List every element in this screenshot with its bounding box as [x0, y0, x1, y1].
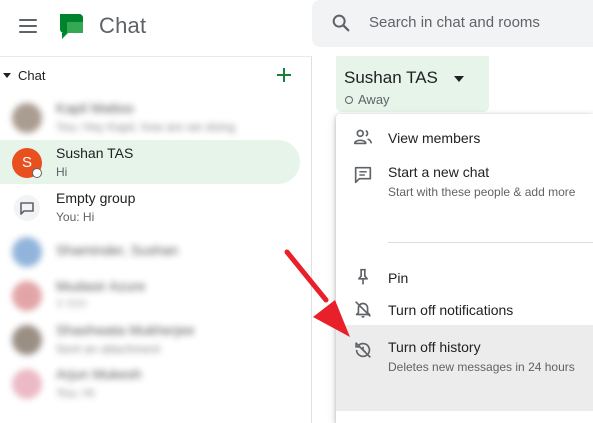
app-title: Chat — [99, 13, 147, 38]
menu-item-view-members[interactable]: View members — [336, 114, 593, 158]
chat-app: Chat Search in chat and rooms Chat Kapil… — [0, 0, 593, 423]
menu-item-start-new-chat[interactable]: Start a new chat Start with these people… — [336, 158, 593, 228]
notifications-off-icon — [355, 301, 371, 318]
chat-bubble-icon — [354, 166, 372, 184]
history-off-icon — [355, 342, 371, 358]
avatar — [12, 369, 42, 399]
conversation-item[interactable]: Kapil Mattoo You: Hey Kapil, how are we … — [0, 95, 300, 139]
chat-section-label: Chat — [18, 68, 46, 83]
menu-item-pin[interactable]: Pin — [336, 260, 593, 294]
group-chat-icon — [14, 195, 40, 221]
menu-item-turn-off-history[interactable]: Turn off history Deletes new messages in… — [336, 325, 593, 411]
menu-item-label: Pin — [388, 270, 409, 286]
menu-item-label: View members — [388, 130, 481, 146]
conversation-name: Empty group — [56, 190, 136, 206]
avatar — [12, 103, 42, 133]
conversation-item-empty-group[interactable]: Empty group You: Hi — [0, 185, 300, 229]
search-icon — [332, 14, 350, 32]
menu-item-description: Start with these people & add more — [388, 185, 576, 199]
conversation-name: Shaminder, Sushan — [56, 242, 179, 258]
chat-logo-icon — [60, 14, 83, 39]
conversation-preview: You: Hi — [56, 386, 95, 400]
conversation-item[interactable]: Shaminder, Sushan — [0, 229, 300, 273]
search-input[interactable]: Search in chat and rooms — [369, 14, 540, 31]
conversation-preview: You: Hey Kapil, how are we doing — [56, 120, 236, 134]
collapse-caret-icon[interactable] — [3, 73, 11, 78]
menu-item-turn-off-notifications[interactable]: Turn off notifications — [336, 294, 593, 324]
chat-header-dropdown[interactable]: Sushan TAS Away — [336, 56, 489, 112]
chat-options-menu: View members Start a new chat Start with… — [336, 114, 593, 423]
conversation-preview: Hi — [56, 165, 68, 179]
conversation-item[interactable]: Arjun Mukesh You: Hi — [0, 361, 300, 405]
presence-status: Away — [345, 92, 390, 107]
avatar — [12, 325, 42, 355]
conversation-name: Sushan TAS — [56, 145, 134, 161]
conversation-name: Shashwata Mukherjee — [56, 322, 195, 338]
new-chat-plus-icon[interactable] — [274, 65, 294, 85]
conversation-item[interactable]: Shashwata Mukherjee Sent an attachment — [0, 317, 300, 361]
main-menu-icon[interactable] — [16, 14, 40, 38]
search-bar[interactable]: Search in chat and rooms — [312, 0, 593, 47]
conversation-name: Arjun Mukesh — [56, 366, 142, 382]
conversation-item-sushan-tas[interactable]: S Sushan TAS Hi — [0, 140, 300, 184]
conversation-preview: You: Hi — [56, 210, 95, 224]
conversation-name: Mudasir Azure — [56, 278, 146, 294]
avatar — [12, 237, 42, 267]
pin-icon — [358, 268, 368, 285]
menu-item-label: Turn off notifications — [388, 302, 514, 318]
avatar — [12, 281, 42, 311]
conversation-preview: ? ??? — [56, 298, 87, 312]
conversation-item[interactable]: Mudasir Azure ? ??? — [0, 273, 300, 317]
dropdown-arrow-icon[interactable] — [454, 76, 464, 82]
away-status-icon — [32, 168, 42, 178]
sidebar: Chat Kapil Mattoo You: Hey Kapil, how ar… — [0, 56, 312, 423]
chat-title: Sushan TAS — [344, 68, 438, 87]
menu-item-label: Turn off history — [388, 339, 481, 355]
top-bar: Chat Search in chat and rooms — [0, 0, 593, 56]
conversation-name: Kapil Mattoo — [56, 100, 134, 116]
presence-status-text: Away — [358, 92, 390, 107]
menu-item-description: Deletes new messages in 24 hours — [388, 360, 575, 374]
menu-divider — [388, 242, 593, 243]
away-ring-icon — [345, 96, 353, 104]
menu-item-label: Start a new chat — [388, 164, 490, 180]
conversation-preview: Sent an attachment — [56, 342, 161, 356]
people-icon — [353, 129, 373, 145]
chat-section-header[interactable]: Chat — [0, 65, 312, 89]
